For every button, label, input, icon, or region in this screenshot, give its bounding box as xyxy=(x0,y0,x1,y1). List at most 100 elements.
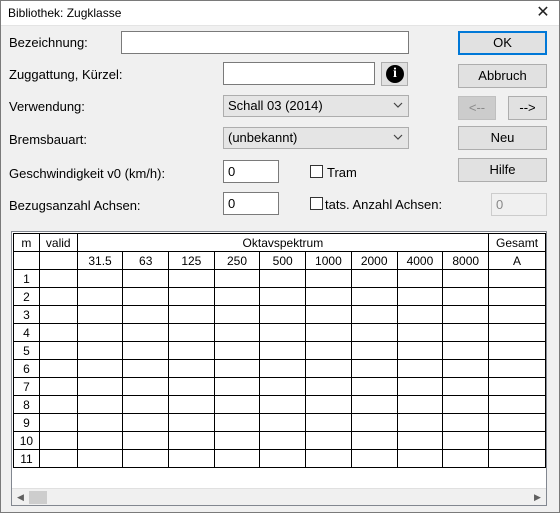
grid-cell[interactable] xyxy=(305,269,352,288)
grid-cell[interactable] xyxy=(259,287,307,306)
grid-cell[interactable] xyxy=(488,449,546,468)
grid-cell[interactable] xyxy=(122,449,169,468)
grid-cell[interactable] xyxy=(213,431,261,450)
grid-cell[interactable] xyxy=(38,377,78,396)
grid-cell[interactable] xyxy=(122,377,169,396)
grid-cell[interactable] xyxy=(76,359,124,378)
grid-cell[interactable] xyxy=(396,395,444,414)
grid-cell[interactable] xyxy=(350,377,398,396)
grid-cell[interactable] xyxy=(76,449,124,468)
grid-cell[interactable] xyxy=(488,287,546,306)
grid-cell[interactable] xyxy=(122,305,169,324)
grid-cell[interactable] xyxy=(442,449,490,468)
horizontal-scrollbar[interactable]: ◀ ▶ xyxy=(12,488,546,505)
grid-cell[interactable] xyxy=(442,287,490,306)
grid-cell[interactable] xyxy=(488,341,546,360)
grid-cell[interactable] xyxy=(350,359,398,378)
grid-cell[interactable] xyxy=(38,431,78,450)
grid-cell[interactable] xyxy=(213,449,261,468)
grid-cell[interactable] xyxy=(76,377,124,396)
grid-cell[interactable] xyxy=(259,413,307,432)
grid-cell[interactable] xyxy=(259,359,307,378)
grid-cell[interactable] xyxy=(350,305,398,324)
grid-cell[interactable] xyxy=(213,287,261,306)
grid-cell[interactable] xyxy=(213,269,261,288)
zuggattung-input[interactable] xyxy=(223,62,375,85)
grid-cell[interactable] xyxy=(38,341,78,360)
grid-cell[interactable] xyxy=(305,395,352,414)
grid-cell[interactable] xyxy=(168,305,215,324)
abbruch-button[interactable]: Abbruch xyxy=(458,64,547,88)
grid-cell[interactable] xyxy=(76,395,124,414)
grid-cell[interactable] xyxy=(442,431,490,450)
grid-cell[interactable] xyxy=(396,305,444,324)
grid-cell[interactable] xyxy=(213,377,261,396)
grid-cell[interactable] xyxy=(259,377,307,396)
grid-cell[interactable] xyxy=(305,341,352,360)
scroll-left-icon[interactable]: ◀ xyxy=(12,489,29,506)
grid-cell[interactable] xyxy=(122,287,169,306)
grid-cell[interactable] xyxy=(259,449,307,468)
grid-cell[interactable] xyxy=(76,305,124,324)
grid-cell[interactable] xyxy=(213,395,261,414)
grid-cell[interactable] xyxy=(168,395,215,414)
grid-cell[interactable] xyxy=(168,413,215,432)
grid-cell[interactable] xyxy=(488,377,546,396)
grid-cell[interactable] xyxy=(396,431,444,450)
grid-cell[interactable] xyxy=(76,323,124,342)
grid-cell[interactable] xyxy=(442,323,490,342)
grid-cell[interactable] xyxy=(488,269,546,288)
next-button[interactable]: --> xyxy=(508,96,547,120)
grid-cell[interactable] xyxy=(396,359,444,378)
grid-cell[interactable] xyxy=(350,323,398,342)
grid-cell[interactable] xyxy=(213,413,261,432)
grid-cell[interactable] xyxy=(305,305,352,324)
grid-cell[interactable] xyxy=(38,395,78,414)
grid-cell[interactable] xyxy=(305,359,352,378)
grid-cell[interactable] xyxy=(213,341,261,360)
hilfe-button[interactable]: Hilfe xyxy=(458,158,547,182)
close-icon[interactable]: ✕ xyxy=(533,3,553,23)
grid-cell[interactable] xyxy=(76,341,124,360)
grid-cell[interactable] xyxy=(488,323,546,342)
grid-cell[interactable] xyxy=(350,341,398,360)
grid-cell[interactable] xyxy=(122,431,169,450)
grid-cell[interactable] xyxy=(168,377,215,396)
grid-cell[interactable] xyxy=(350,287,398,306)
grid-cell[interactable] xyxy=(442,377,490,396)
grid-cell[interactable] xyxy=(305,323,352,342)
grid-cell[interactable] xyxy=(350,269,398,288)
grid-cell[interactable] xyxy=(76,431,124,450)
grid-cell[interactable] xyxy=(442,359,490,378)
grid-cell[interactable] xyxy=(38,305,78,324)
grid-cell[interactable] xyxy=(168,359,215,378)
grid-cell[interactable] xyxy=(305,413,352,432)
grid-cell[interactable] xyxy=(259,323,307,342)
grid-cell[interactable] xyxy=(259,305,307,324)
grid-cell[interactable] xyxy=(488,395,546,414)
grid-cell[interactable] xyxy=(168,287,215,306)
grid-cell[interactable] xyxy=(305,377,352,396)
grid-cell[interactable] xyxy=(122,323,169,342)
grid-cell[interactable] xyxy=(488,431,546,450)
grid-cell[interactable] xyxy=(122,413,169,432)
grid-cell[interactable] xyxy=(488,413,546,432)
grid-cell[interactable] xyxy=(350,449,398,468)
grid-cell[interactable] xyxy=(76,287,124,306)
geschwindigkeit-input[interactable]: 0 xyxy=(223,160,279,183)
grid-cell[interactable] xyxy=(168,449,215,468)
grid-cell[interactable] xyxy=(213,305,261,324)
grid-cell[interactable] xyxy=(38,413,78,432)
grid-cell[interactable] xyxy=(350,413,398,432)
grid-cell[interactable] xyxy=(122,269,169,288)
grid-cell[interactable] xyxy=(350,431,398,450)
grid-cell[interactable] xyxy=(396,413,444,432)
grid-cell[interactable] xyxy=(122,395,169,414)
bremsbauart-select[interactable]: (unbekannt) xyxy=(223,127,409,149)
ok-button[interactable]: OK xyxy=(458,31,547,55)
grid-cell[interactable] xyxy=(259,431,307,450)
grid-cell[interactable] xyxy=(396,323,444,342)
grid-cell[interactable] xyxy=(213,359,261,378)
verwendung-select[interactable]: Schall 03 (2014) xyxy=(223,95,409,117)
grid-cell[interactable] xyxy=(396,287,444,306)
